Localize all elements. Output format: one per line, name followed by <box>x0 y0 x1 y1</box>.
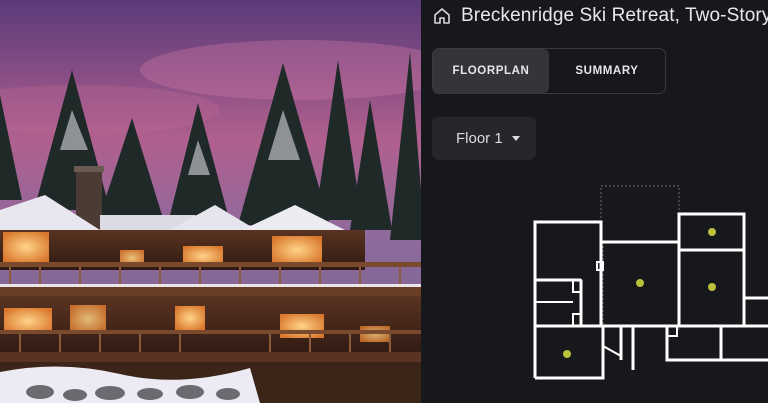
home-icon[interactable] <box>433 7 451 25</box>
floorplan-map[interactable] <box>421 170 768 403</box>
chevron-down-icon <box>511 136 520 141</box>
room-marker[interactable] <box>708 228 716 236</box>
header: Breckenridge Ski Retreat, Two-Story Log … <box>433 3 768 29</box>
tab-summary[interactable]: SUMMARY <box>549 49 665 93</box>
floor-selector-value: Floor 1 <box>456 130 503 147</box>
listing-photo <box>0 0 421 403</box>
listing-panel: Breckenridge Ski Retreat, Two-Story Log … <box>421 0 768 403</box>
room-marker[interactable] <box>563 350 571 358</box>
view-tabs: FLOORPLAN SUMMARY <box>432 48 666 94</box>
room-marker[interactable] <box>636 279 644 287</box>
room-marker[interactable] <box>708 283 716 291</box>
tab-floorplan[interactable]: FLOORPLAN <box>433 49 549 93</box>
page-title: Breckenridge Ski Retreat, Two-Story Log … <box>461 5 768 26</box>
floor-selector[interactable]: Floor 1 <box>432 117 536 160</box>
